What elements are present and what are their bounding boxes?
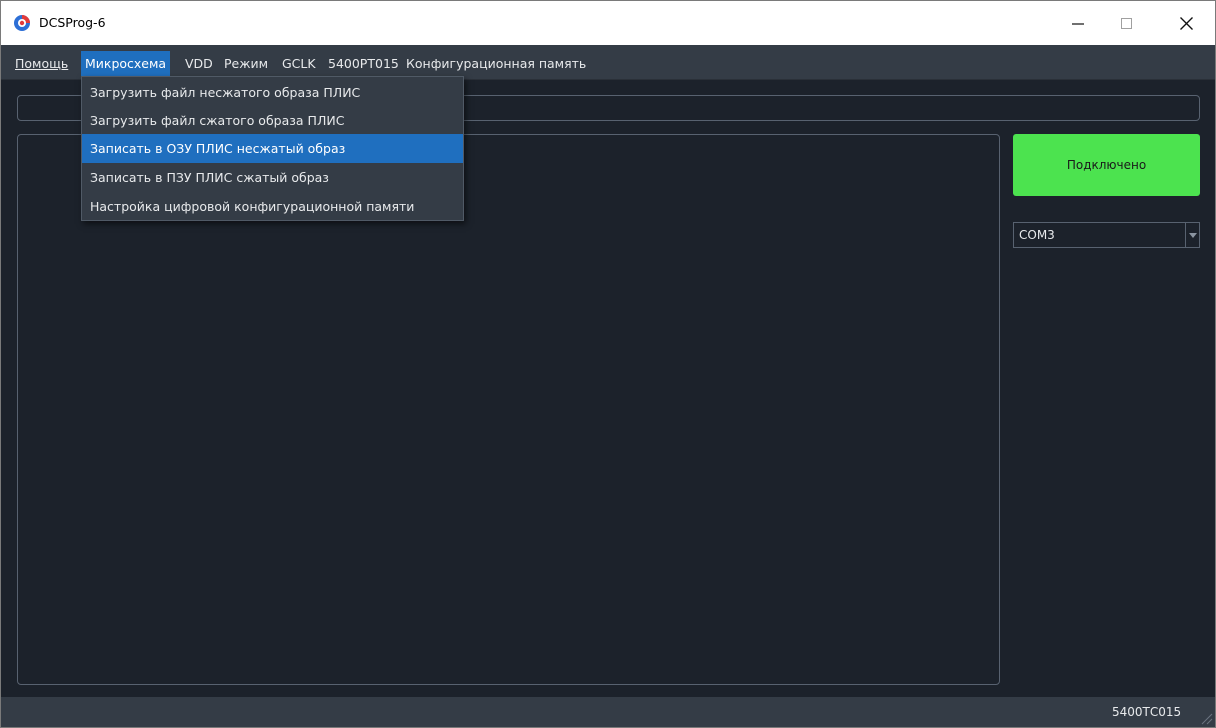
chevron-down-icon bbox=[1188, 232, 1197, 238]
connect-button-label: Подключено bbox=[1066, 158, 1147, 172]
chip-menu-dropdown: Загрузить файл несжатого образа ПЛИС Заг… bbox=[81, 76, 464, 221]
title-bar: DCSProg-6 bbox=[1, 1, 1215, 45]
maximize-icon bbox=[1120, 17, 1132, 29]
app-logo-icon bbox=[14, 15, 30, 31]
menu-item-load-uncompressed[interactable]: Загрузить файл несжатого образа ПЛИС bbox=[82, 78, 463, 107]
menu-item-write-ram[interactable]: Записать в ОЗУ ПЛИС несжатый образ bbox=[82, 134, 463, 163]
menu-gclk[interactable]: GCLK bbox=[278, 51, 320, 76]
window-title: DCSProg-6 bbox=[39, 15, 106, 30]
menu-bar: Помощь Микросхема VDD Режим GCLK 5400РТ0… bbox=[1, 45, 1215, 80]
app-window: DCSProg-6 Помощь Микросхема VDD Режим GC… bbox=[0, 0, 1216, 728]
status-bar: 5400ТС015 bbox=[1, 697, 1215, 727]
menu-vdd[interactable]: VDD bbox=[181, 51, 217, 76]
menu-help[interactable]: Помощь bbox=[11, 51, 72, 76]
close-button[interactable] bbox=[1159, 1, 1213, 45]
menu-item-config-memory-settings[interactable]: Настройка цифровой конфигурационной памя… bbox=[82, 192, 463, 221]
status-chip-label: 5400ТС015 bbox=[1112, 705, 1182, 719]
menu-item-write-rom[interactable]: Записать в ПЗУ ПЛИС сжатый образ bbox=[82, 163, 463, 192]
port-select[interactable]: COM3 bbox=[1013, 222, 1200, 248]
maximize-button[interactable] bbox=[1099, 1, 1153, 45]
menu-5400rt015[interactable]: 5400РТ015 bbox=[324, 51, 403, 76]
port-select-value: COM3 bbox=[1019, 228, 1055, 242]
menu-chip[interactable]: Микросхема bbox=[81, 51, 171, 76]
menu-item-load-compressed[interactable]: Загрузить файл сжатого образа ПЛИС bbox=[82, 106, 463, 135]
port-select-arrow[interactable] bbox=[1185, 223, 1199, 247]
menu-mode[interactable]: Режим bbox=[220, 51, 272, 76]
minimize-button[interactable] bbox=[1051, 1, 1105, 45]
menu-config-memory[interactable]: Конфигурационная память bbox=[402, 51, 590, 76]
close-icon bbox=[1179, 16, 1193, 30]
connect-button[interactable]: Подключено bbox=[1013, 134, 1200, 196]
resize-grip-icon[interactable] bbox=[1199, 711, 1213, 725]
minimize-icon bbox=[1072, 23, 1084, 25]
